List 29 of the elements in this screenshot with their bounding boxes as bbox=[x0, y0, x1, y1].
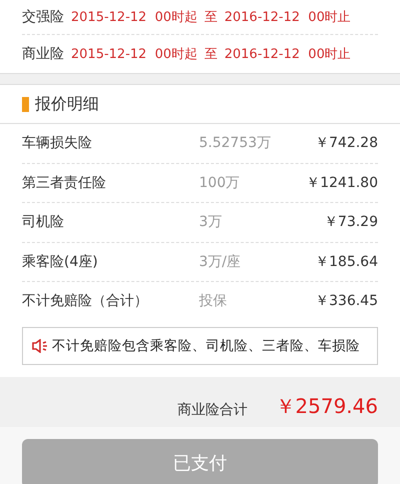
coverage-amount: 3万/座 bbox=[199, 252, 242, 271]
section-marker-icon bbox=[22, 96, 29, 112]
premium-price: ￥73.29 bbox=[324, 213, 378, 232]
total-label: 商业险合计 bbox=[177, 400, 248, 418]
end-date: 2016-12-12 00时止 bbox=[224, 46, 351, 63]
insurance-type: 商业险 bbox=[22, 45, 64, 63]
premium-price: ￥336.45 bbox=[315, 292, 378, 310]
section-title: 报价明细 bbox=[35, 94, 99, 114]
start-date: 2015-12-12 00时起 bbox=[71, 46, 198, 63]
total-amount: ￥2579.46 bbox=[275, 393, 378, 420]
date-separator: 至 bbox=[204, 46, 218, 63]
coverage-name: 车辆损失险 bbox=[22, 134, 93, 152]
premium-price: ￥742.28 bbox=[315, 134, 378, 152]
coverage-amount: 3万 bbox=[199, 213, 223, 232]
date-separator: 至 bbox=[204, 9, 218, 26]
coverage-name: 乘客险(4座) bbox=[22, 252, 99, 271]
start-date: 2015-12-12 00时起 bbox=[71, 9, 198, 26]
coverage-amount: 100万 bbox=[199, 174, 241, 192]
coverage-name: 不计免赔险（合计） bbox=[22, 292, 149, 310]
premium-price: ￥1241.80 bbox=[306, 174, 378, 192]
premium-price: ￥185.64 bbox=[315, 252, 378, 271]
coverage-name: 第三者责任险 bbox=[22, 174, 107, 192]
coverage-amount: 投保 bbox=[199, 292, 228, 310]
notice-text: 不计免赔险包含乘客险、司机险、三者险、车损险 bbox=[52, 336, 360, 354]
coverage-amount: 5.52753万 bbox=[199, 134, 272, 152]
end-date: 2016-12-12 00时止 bbox=[224, 9, 351, 26]
coverage-name: 司机险 bbox=[22, 213, 65, 232]
speaker-icon bbox=[32, 338, 48, 352]
insurance-type: 交强险 bbox=[22, 8, 64, 26]
